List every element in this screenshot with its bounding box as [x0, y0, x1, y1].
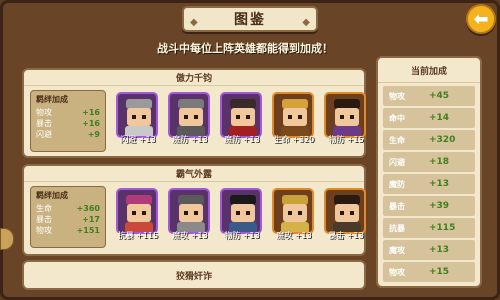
stat-name: 魔攻 [389, 245, 405, 255]
stat-name: 命中 [389, 113, 405, 123]
stat-name: 抗暴 [389, 223, 405, 233]
panel-title: 傲力千钧 [175, 74, 212, 84]
bond-stat-row: 暴击 +17 [36, 215, 100, 224]
hero-list: 闪避 +13 魔防 +13 魔防 +13 生命 +320 物防 +15 [116, 92, 368, 150]
hero-portrait [272, 92, 314, 138]
hero-card[interactable]: 暴击 +13 [324, 188, 368, 246]
ornament-icon: ◆ [302, 17, 310, 28]
hero-portrait [168, 188, 210, 234]
current-bonus-row: 物攻 +45 [383, 86, 475, 106]
hero-bonus-label: 魔防 +13 [224, 135, 260, 144]
hero-portrait [220, 92, 262, 138]
hero-card[interactable]: 生命 +320 [272, 92, 316, 150]
hero-bonus-label: 生命 +320 [273, 135, 315, 144]
bond-panel-2[interactable]: 霸气外露 羁绊加成 生命 +360 暴击 +17 物攻 +151 抗暴 +115 魔攻 … [22, 164, 366, 256]
panel-title: 狡猾奸诈 [175, 271, 212, 282]
hero-card[interactable]: 魔防 +13 [168, 92, 212, 150]
bond-stat-row: 物攻 +151 [36, 226, 100, 235]
hero-card[interactable]: 魔防 +13 [220, 92, 264, 150]
stat-name: 物攻 [389, 267, 405, 277]
current-bonus-row: 暴击 +39 [383, 196, 475, 216]
current-bonus-row: 生命 +320 [383, 130, 475, 150]
hero-portrait [116, 188, 158, 234]
ornament-icon: ◆ [190, 17, 198, 28]
hero-portrait [220, 188, 262, 234]
stat-value: +45 [429, 91, 450, 101]
bond-panel-3[interactable]: 狡猾奸诈 [22, 260, 366, 290]
stat-value: +13 [429, 179, 450, 189]
stat-name: 暴击 [389, 201, 405, 211]
hero-card[interactable]: 魔攻 +13 [168, 188, 212, 246]
stat-value: +18 [429, 157, 450, 167]
title-plaque: ◆ 图鉴 ◆ [182, 6, 318, 32]
panel-header: 霸气外露 [24, 166, 364, 182]
arrow-left-icon: ⬅ [473, 8, 489, 30]
back-button[interactable]: ⬅ [466, 4, 496, 34]
hero-portrait [272, 188, 314, 234]
current-bonus-title: 当前加成 [378, 58, 480, 83]
hero-bonus-label: 物防 +15 [328, 135, 364, 144]
bond-bonus-box: 羁绊加成 物攻 +16 暴击 +16 闪避 +9 [30, 90, 106, 152]
stat-value: +13 [429, 245, 450, 255]
current-bonus-row: 闪避 +18 [383, 152, 475, 172]
hero-bonus-label: 抗暴 +115 [117, 231, 159, 240]
current-bonus-row: 物攻 +15 [383, 262, 475, 282]
subtitle: 战斗中每位上阵英雄都能得到加成！ [157, 42, 333, 55]
bond-title: 羁绊加成 [36, 95, 68, 104]
stat-name: 魔防 [389, 179, 405, 189]
hero-portrait [168, 92, 210, 138]
current-bonus-row: 命中 +14 [383, 108, 475, 128]
hero-portrait [116, 92, 158, 138]
current-bonus-row: 魔防 +13 [383, 174, 475, 194]
hero-card[interactable]: 物防 +13 [220, 188, 264, 246]
hero-bonus-label: 魔防 +13 [172, 135, 208, 144]
stat-value: +15 [429, 267, 450, 277]
hero-bonus-label: 魔攻 +13 [276, 231, 312, 240]
bond-stat-row: 闪避 +9 [36, 130, 100, 139]
stat-name: 闪避 [389, 157, 405, 167]
hero-bonus-label: 魔攻 +13 [172, 231, 208, 240]
current-bonus-panel: 当前加成 物攻 +45 命中 +14 生命 +320 闪避 +18 魔防 +13 暴击 +39 抗暴 +1… [376, 56, 482, 288]
bond-stat-row: 物攻 +16 [36, 108, 100, 117]
stat-name: 生命 [389, 135, 405, 145]
bond-panel-1[interactable]: 傲力千钧 羁绊加成 物攻 +16 暴击 +16 闪避 +9 闪避 +13 魔防 +13 魔… [22, 68, 366, 158]
bond-stat-row: 生命 +360 [36, 204, 100, 213]
hero-bonus-label: 闪避 +13 [120, 135, 156, 144]
hero-card[interactable]: 物防 +15 [324, 92, 368, 150]
hero-portrait [324, 188, 366, 234]
current-bonus-row: 魔攻 +13 [383, 240, 475, 260]
hero-bonus-label: 暴击 +13 [328, 231, 364, 240]
bond-bonus-box: 羁绊加成 生命 +360 暴击 +17 物攻 +151 [30, 186, 106, 248]
stat-value: +39 [429, 201, 450, 211]
hero-list: 抗暴 +115 魔攻 +13 物防 +13 魔攻 +13 暴击 +13 [116, 188, 368, 246]
bond-title: 羁绊加成 [36, 191, 68, 200]
stat-value: +115 [429, 223, 456, 233]
hero-portrait [324, 92, 366, 138]
stat-name: 物攻 [389, 91, 405, 101]
hero-card[interactable]: 抗暴 +115 [116, 188, 160, 246]
panel-header: 狡猾奸诈 [24, 262, 364, 288]
hero-card[interactable]: 魔攻 +13 [272, 188, 316, 246]
stat-value: +14 [429, 113, 450, 123]
panel-title: 霸气外露 [175, 170, 212, 180]
panel-header: 傲力千钧 [24, 70, 364, 86]
bond-stat-row: 暴击 +16 [36, 119, 100, 128]
page-title: 图鉴 [234, 12, 266, 28]
hero-card[interactable]: 闪避 +13 [116, 92, 160, 150]
current-bonus-list: 物攻 +45 命中 +14 生命 +320 闪避 +18 魔防 +13 暴击 +39 抗暴 +115 魔攻 +… [378, 83, 480, 287]
hero-bonus-label: 物防 +13 [224, 231, 260, 240]
stat-value: +320 [429, 135, 456, 145]
current-bonus-row: 抗暴 +115 [383, 218, 475, 238]
